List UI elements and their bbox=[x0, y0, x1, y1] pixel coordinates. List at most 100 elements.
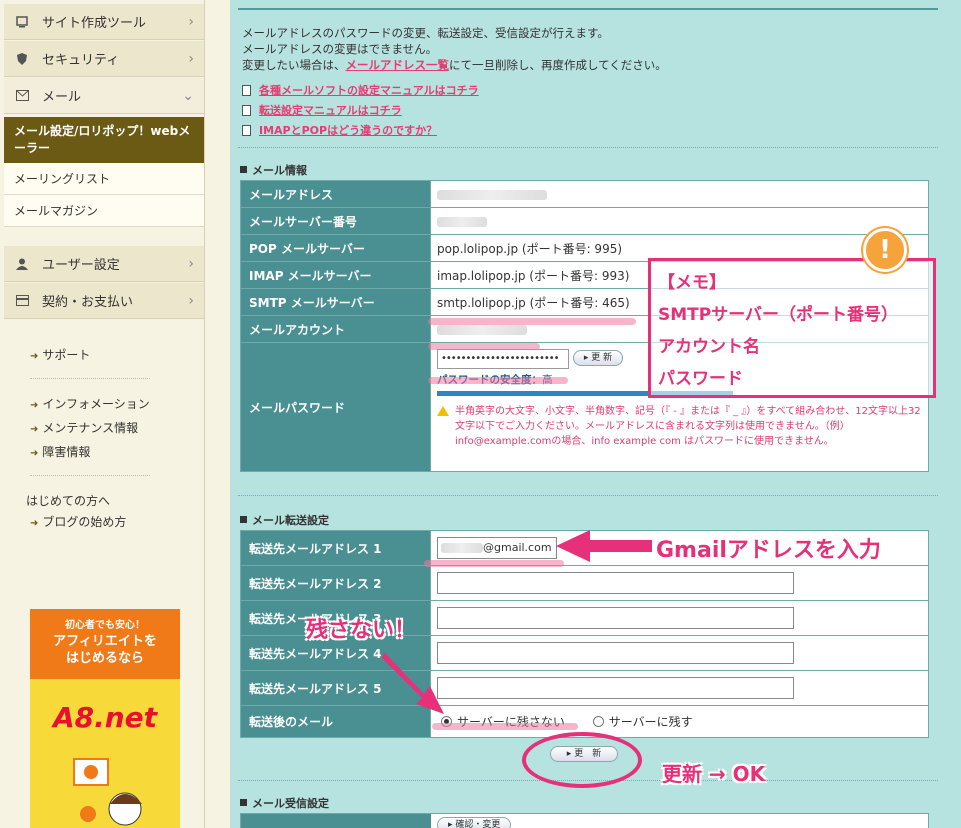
sidebar-item-site-tools[interactable]: サイト作成ツール › bbox=[4, 4, 204, 40]
pop-label: POP メールサーバー bbox=[240, 234, 431, 262]
link-information[interactable]: ➜ インフォメーション bbox=[30, 395, 150, 412]
square-bullet-icon bbox=[240, 799, 247, 806]
forward-title: メール転送設定 bbox=[240, 512, 329, 528]
main-content: メールアドレスのパスワードの変更、転送設定、受信設定が行えます。 メールアドレス… bbox=[230, 0, 961, 828]
sidebar-item-mail-magazine[interactable]: メールマガジン bbox=[4, 195, 204, 227]
arrow-right-icon: ➜ bbox=[30, 424, 39, 435]
receive-row: ▸ 確認・変更 bbox=[240, 813, 929, 828]
sidebar-item-label: セキュリティ bbox=[42, 53, 120, 68]
link-label: インフォメーション bbox=[42, 397, 150, 411]
link-label: メンテナンス情報 bbox=[42, 421, 139, 435]
a8-logo: A8.net bbox=[52, 701, 158, 734]
banner-illustration-icon bbox=[73, 758, 142, 826]
sidebar: サイト作成ツール › セキュリティ › メール ⌄ メール設定/ロリポップ！we… bbox=[0, 0, 205, 828]
receive-change-button[interactable]: ▸ 確認・変更 bbox=[437, 817, 512, 828]
mail-list-link[interactable]: メールアドレス一覧 bbox=[346, 58, 450, 72]
card-icon bbox=[16, 294, 29, 307]
sidebar-item-contract[interactable]: 契約・お支払い › bbox=[4, 283, 204, 319]
memo-line: SMTPサーバー（ポート番号） bbox=[658, 305, 899, 325]
table-row: 転送先メールアドレス 5 bbox=[240, 670, 929, 706]
forward-2-input[interactable] bbox=[437, 572, 794, 594]
imap-label: IMAP メールサーバー bbox=[240, 261, 431, 289]
radio-icon bbox=[592, 716, 604, 727]
section-title-text: メール転送設定 bbox=[252, 514, 329, 527]
table-row: 転送先メールアドレス 2 bbox=[240, 565, 929, 601]
highlight-smtp bbox=[428, 318, 636, 325]
manual-label: IMAPとPOPはどう違うのですか？ bbox=[259, 124, 438, 137]
password-update-button[interactable]: ▸ 更 新 bbox=[572, 349, 624, 366]
redacted-value bbox=[441, 543, 483, 553]
memo-line: アカウント名 bbox=[658, 337, 760, 357]
exclamation-icon: ! bbox=[863, 228, 907, 272]
arrow-right-icon: ➜ bbox=[30, 448, 39, 459]
highlight-radio bbox=[432, 723, 578, 730]
redacted-value bbox=[437, 324, 527, 335]
table-row: メールアドレス bbox=[240, 180, 929, 208]
button-label: 更 新 bbox=[591, 352, 613, 363]
table-row: メールサーバー番号 bbox=[240, 207, 929, 235]
arrow-right-icon: ➜ bbox=[30, 400, 39, 411]
forward-2-label: 転送先メールアドレス 2 bbox=[240, 565, 431, 601]
forward-1-label: 転送先メールアドレス 1 bbox=[240, 530, 431, 566]
receive-label-cell bbox=[241, 814, 431, 828]
memo-line: パスワード bbox=[658, 369, 743, 389]
user-icon bbox=[16, 258, 28, 270]
link-label: 障害情報 bbox=[42, 445, 91, 459]
forward-5-input[interactable] bbox=[437, 677, 794, 699]
intro-text: メールアドレスのパスワードの変更、転送設定、受信設定が行えます。 メールアドレス… bbox=[242, 25, 667, 73]
banner-header: 初心者でも安心！ アフィリエイトを はじめるなら bbox=[30, 609, 180, 679]
document-icon bbox=[242, 125, 251, 136]
koushin-annotation: 更新 → OK bbox=[662, 762, 766, 786]
sidebar-item-mail-settings[interactable]: メール設定/ロリポップ！webメーラー bbox=[4, 117, 204, 163]
sidebar-item-user-settings[interactable]: ユーザー設定 › bbox=[4, 246, 204, 282]
sidebar-item-security[interactable]: セキュリティ › bbox=[4, 41, 204, 77]
banner-line3: はじめるなら bbox=[65, 651, 144, 666]
radio-label: サーバーに残す bbox=[608, 715, 693, 729]
sidebar-item-label: メール bbox=[42, 90, 82, 105]
forward-1-input[interactable]: @gmail.com bbox=[437, 537, 557, 559]
section-divider bbox=[238, 147, 938, 148]
sidebar-item-mail[interactable]: メール ⌄ bbox=[4, 78, 204, 114]
server-no-value bbox=[430, 207, 929, 235]
link-label: サポート bbox=[42, 348, 91, 362]
manual-link-mailsoft[interactable]: 各種メールソフトの設定マニュアルはコチラ bbox=[242, 82, 479, 98]
beginner-title: はじめての方へ bbox=[26, 494, 111, 508]
section-title-text: メール受信設定 bbox=[252, 797, 329, 810]
redacted-value bbox=[437, 216, 487, 227]
highlight-account bbox=[428, 343, 540, 350]
manual-label: 転送設定マニュアルはコチラ bbox=[259, 104, 402, 117]
forward-2-cell bbox=[430, 565, 929, 601]
redacted-value bbox=[437, 189, 547, 200]
smtp-label: SMTP メールサーバー bbox=[240, 288, 431, 316]
chevron-right-icon: › bbox=[188, 255, 194, 272]
link-label: ブログの始め方 bbox=[42, 515, 127, 529]
arrow-down-right-icon bbox=[382, 652, 444, 714]
manual-label: 各種メールソフトの設定マニュアルはコチラ bbox=[259, 84, 479, 97]
address-value bbox=[430, 180, 929, 208]
document-icon bbox=[242, 85, 251, 96]
radio-keep[interactable]: サーバーに残す bbox=[592, 715, 693, 729]
forward-4-input[interactable] bbox=[437, 642, 794, 664]
section-divider bbox=[238, 495, 938, 496]
link-failure[interactable]: ➜ 障害情報 bbox=[30, 443, 90, 460]
link-blog-start[interactable]: ➜ ブログの始め方 bbox=[30, 513, 126, 530]
square-bullet-icon bbox=[240, 166, 247, 173]
intro-line: メールアドレスのパスワードの変更、転送設定、受信設定が行えます。 bbox=[242, 26, 609, 40]
shield-icon bbox=[16, 52, 28, 65]
password-label: メールパスワード bbox=[240, 342, 431, 472]
arrow-left-icon bbox=[556, 530, 652, 562]
sidebar-item-label: ユーザー設定 bbox=[42, 258, 120, 273]
a8-banner[interactable]: 初心者でも安心！ アフィリエイトを はじめるなら A8.net bbox=[30, 609, 180, 828]
link-support[interactable]: ➜ サポート bbox=[30, 346, 90, 363]
password-input[interactable]: •••••••••••••••••••••••• bbox=[437, 349, 569, 369]
chevron-right-icon: › bbox=[188, 50, 194, 67]
forward-3-input[interactable] bbox=[437, 607, 794, 629]
manual-link-imap-pop[interactable]: IMAPとPOPはどう違うのですか？ bbox=[242, 122, 437, 138]
banner-line1: 初心者でも安心！ bbox=[65, 620, 145, 631]
envelope-icon bbox=[16, 89, 29, 102]
link-maintenance[interactable]: ➜ メンテナンス情報 bbox=[30, 419, 138, 436]
manual-link-forward[interactable]: 転送設定マニュアルはコチラ bbox=[242, 102, 402, 118]
chevron-down-icon: ⌄ bbox=[182, 87, 194, 104]
sidebar-item-mailing-list[interactable]: メーリングリスト bbox=[4, 163, 204, 195]
update-circle bbox=[522, 732, 642, 788]
